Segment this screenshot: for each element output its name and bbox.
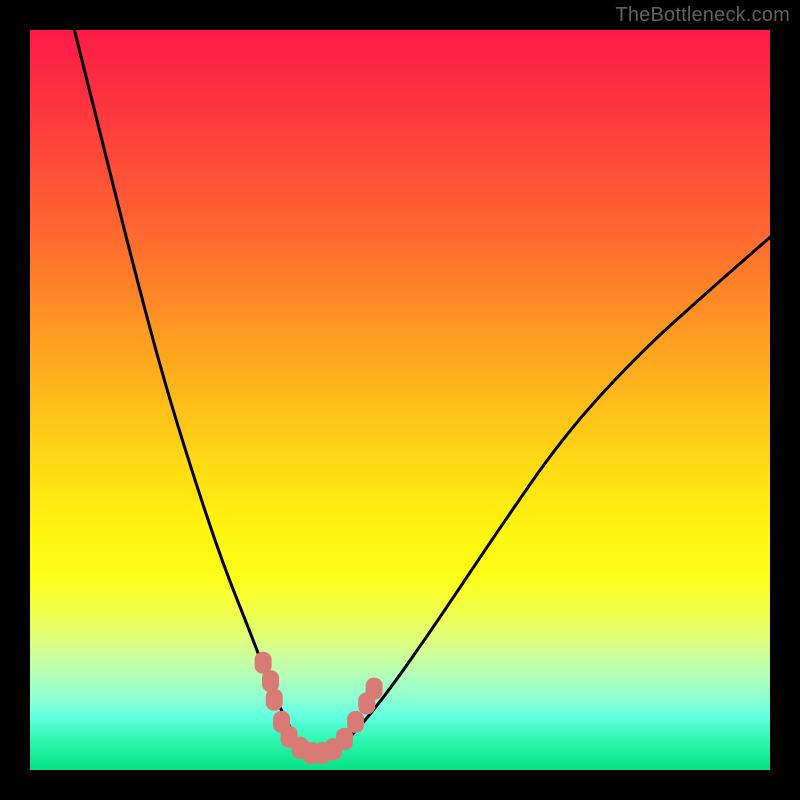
curve-bottleneck-curve-right — [326, 237, 770, 755]
highlight-markers — [255, 652, 383, 764]
marker-dot — [347, 711, 364, 733]
marker-dot — [366, 678, 383, 700]
chart-frame: TheBottleneck.com — [0, 0, 800, 800]
plot-area — [30, 30, 770, 770]
bottleneck-curve — [74, 30, 770, 755]
marker-dot — [266, 689, 283, 711]
curve-bottleneck-curve-left — [74, 30, 311, 755]
chart-svg — [30, 30, 770, 770]
watermark-text: TheBottleneck.com — [615, 4, 790, 27]
